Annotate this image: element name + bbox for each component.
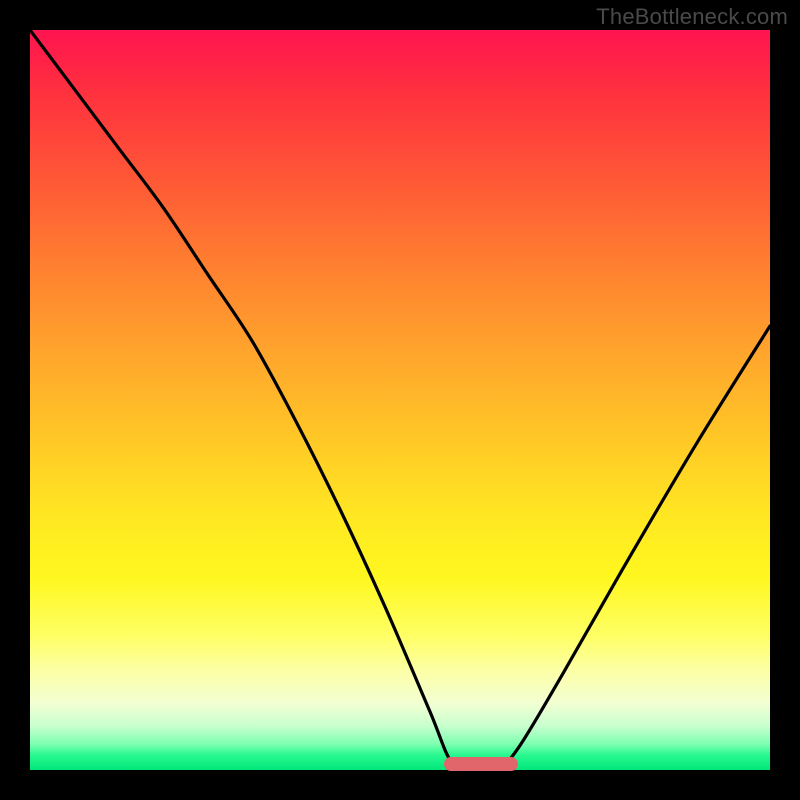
- bottleneck-curve: [30, 30, 770, 770]
- watermark-text: TheBottleneck.com: [596, 4, 788, 30]
- optimal-range-marker: [444, 757, 518, 771]
- plot-area: [30, 30, 770, 770]
- curve-path: [30, 30, 770, 770]
- chart-frame: TheBottleneck.com: [0, 0, 800, 800]
